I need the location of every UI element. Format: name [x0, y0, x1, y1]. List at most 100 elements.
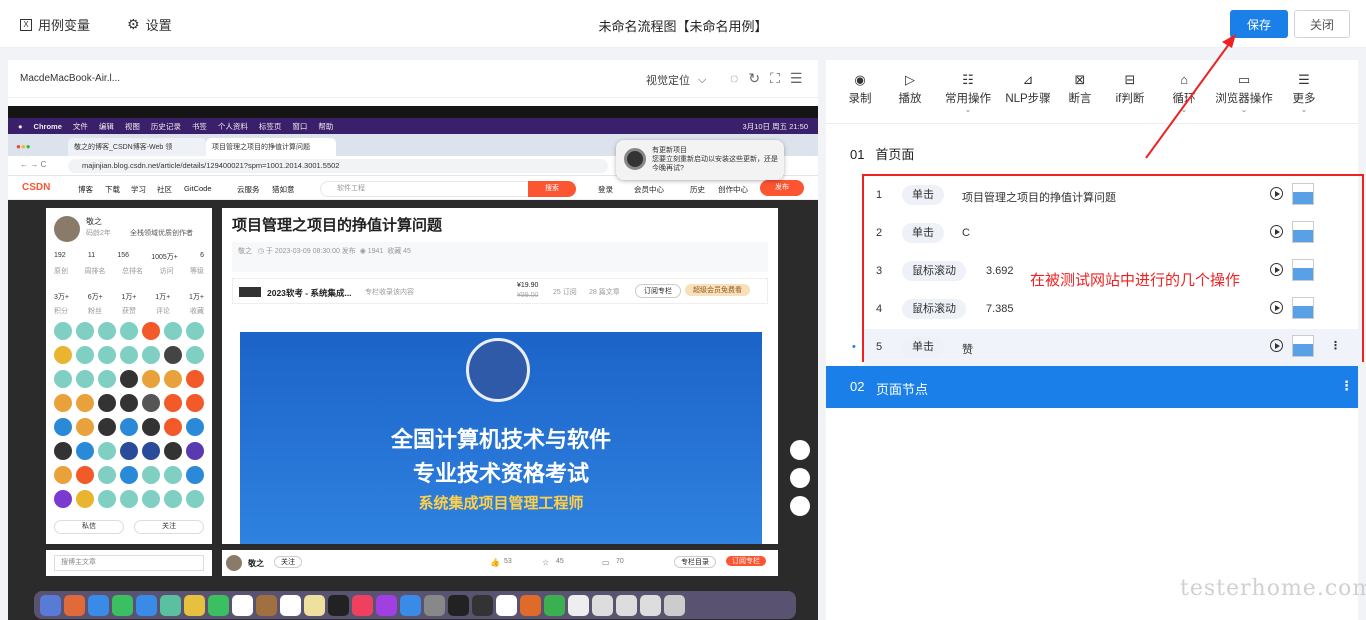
window-icon[interactable] — [616, 594, 637, 616]
badge-icon[interactable] — [142, 394, 160, 412]
badge-icon[interactable] — [120, 394, 138, 412]
badge-icon[interactable] — [98, 466, 116, 484]
badge-icon[interactable] — [98, 370, 116, 388]
badge-icon[interactable] — [142, 346, 160, 364]
badge-icon[interactable] — [120, 346, 138, 364]
badge-icon[interactable] — [164, 442, 182, 460]
column-subscribe-button[interactable]: 订阅专栏 — [635, 284, 681, 298]
article-title[interactable]: 项目管理之项目的挣值计算问题 — [232, 214, 442, 235]
badge-icon[interactable] — [76, 394, 94, 412]
url-field[interactable]: majinjian.blog.csdn.net/article/details/… — [68, 159, 608, 173]
bottom-follow-button[interactable]: 关注 — [274, 556, 302, 568]
badge-icon[interactable] — [54, 490, 72, 508]
photos-icon[interactable] — [184, 594, 205, 616]
app-icon[interactable] — [472, 594, 493, 616]
message-button[interactable]: 私信 — [54, 520, 124, 534]
badge-icon[interactable] — [54, 418, 72, 436]
badge-icon[interactable] — [164, 322, 182, 340]
step-row[interactable]: 2 单击 C — [864, 215, 1362, 253]
bottom-author[interactable]: 敬之 — [248, 558, 264, 569]
window-icon[interactable] — [640, 594, 661, 616]
tool-play[interactable]: ▷ 播放 — [880, 70, 940, 106]
terminal-icon[interactable] — [448, 594, 469, 616]
reminders-icon[interactable] — [280, 594, 301, 616]
step-thumbnail[interactable] — [1292, 221, 1314, 243]
badge-icon[interactable] — [186, 346, 204, 364]
safari-icon[interactable] — [88, 594, 109, 616]
badge-icon[interactable] — [186, 418, 204, 436]
close-button[interactable]: 关闭 — [1294, 10, 1350, 38]
node-first-page[interactable]: 01 首页面 — [850, 144, 1366, 163]
badge-icon[interactable] — [54, 442, 72, 460]
csdn-logo[interactable]: CSDN — [22, 182, 50, 193]
badge-icon[interactable] — [54, 466, 72, 484]
csdn-search-button[interactable]: 搜索 — [528, 181, 576, 197]
badge-icon[interactable] — [54, 322, 72, 340]
feedback-icon[interactable] — [790, 496, 810, 516]
badge-icon[interactable] — [98, 322, 116, 340]
chrome-tab-2[interactable]: 项目管理之项目的挣值计算问题 — [206, 138, 336, 156]
like-icon[interactable]: 👍 — [490, 558, 500, 567]
csdn-publish-button[interactable]: 发布 — [760, 180, 804, 196]
follow-button[interactable]: 关注 — [134, 520, 204, 534]
column-card[interactable]: 2023软考 - 系统集成... 专栏收录该内容 ¥19.90 ¥99.00 2… — [232, 278, 768, 304]
csdn-history[interactable]: 历史 — [690, 184, 705, 195]
use-case-vars-button[interactable]: X 用例变量 — [20, 15, 90, 34]
badge-icon[interactable] — [186, 394, 204, 412]
play-step-icon[interactable] — [1270, 339, 1283, 352]
csdn-nav-3[interactable]: 社区 — [157, 184, 172, 195]
badge-icon[interactable] — [98, 394, 116, 412]
tool-nlp[interactable]: ⊿ NLP步骤 — [998, 70, 1058, 106]
badge-icon[interactable] — [164, 490, 182, 508]
badge-icon[interactable] — [164, 370, 182, 388]
badge-icon[interactable] — [164, 466, 182, 484]
badge-icon[interactable] — [186, 322, 204, 340]
trash-icon[interactable] — [664, 594, 685, 616]
column-vip-button[interactable]: 超级会员免费看 — [685, 284, 750, 296]
badge-icon[interactable] — [142, 418, 160, 436]
badge-icon[interactable] — [142, 322, 160, 340]
badge-icon[interactable] — [120, 490, 138, 508]
badge-icon[interactable] — [98, 490, 116, 508]
badge-icon[interactable] — [186, 466, 204, 484]
csdn-nav-6[interactable]: 猎如意 — [272, 184, 295, 195]
node-page-node[interactable]: 02 页面节点 ⋮ — [826, 366, 1358, 408]
badge-icon[interactable] — [186, 442, 204, 460]
badge-icon[interactable] — [76, 490, 94, 508]
badge-icon[interactable] — [98, 346, 116, 364]
csdn-nav-0[interactable]: 博客 — [78, 184, 93, 195]
badge-icon[interactable] — [76, 418, 94, 436]
tv-icon[interactable] — [328, 594, 349, 616]
badge-icon[interactable] — [120, 466, 138, 484]
badge-icon[interactable] — [164, 346, 182, 364]
firefox-icon[interactable] — [520, 594, 541, 616]
messages-icon[interactable] — [112, 594, 133, 616]
column-dir-button[interactable]: 专栏目录 — [674, 556, 716, 568]
app-icon[interactable] — [496, 594, 517, 616]
author-name[interactable]: 敬之 — [86, 216, 102, 227]
step-thumbnail[interactable] — [1292, 297, 1314, 319]
document-icon[interactable] — [568, 594, 589, 616]
mail-icon[interactable] — [136, 594, 157, 616]
update-notification[interactable]: 有更新项目 您要立刻重新启动以安装这些更新，还是今晚再试? — [616, 140, 784, 180]
csdn-login[interactable]: 登录 — [598, 184, 613, 195]
podcasts-icon[interactable] — [376, 594, 397, 616]
badge-icon[interactable] — [164, 394, 182, 412]
step-row[interactable]: • 5 单击 赞 ⋮ — [852, 329, 1362, 367]
launchpad-icon[interactable] — [64, 594, 85, 616]
badge-icon[interactable] — [142, 442, 160, 460]
badge-icon[interactable] — [186, 370, 204, 388]
menu-icon[interactable]: ☰ — [790, 70, 803, 87]
contacts-icon[interactable] — [256, 594, 277, 616]
badge-icon[interactable] — [76, 346, 94, 364]
comment-icon[interactable]: ▭ — [602, 558, 610, 567]
csdn-nav-5[interactable]: 云服务 — [237, 184, 260, 195]
palette-icon[interactable]: ◌ — [730, 70, 738, 87]
notes-icon[interactable] — [304, 594, 325, 616]
badge-icon[interactable] — [142, 490, 160, 508]
badge-icon[interactable] — [54, 346, 72, 364]
meta-author[interactable]: 敬之 — [238, 248, 252, 255]
fullscreen-icon[interactable]: ⛶ — [770, 70, 780, 87]
visual-locate-dropdown[interactable]: 视觉定位 ⌵ — [646, 72, 706, 88]
badge-icon[interactable] — [98, 442, 116, 460]
